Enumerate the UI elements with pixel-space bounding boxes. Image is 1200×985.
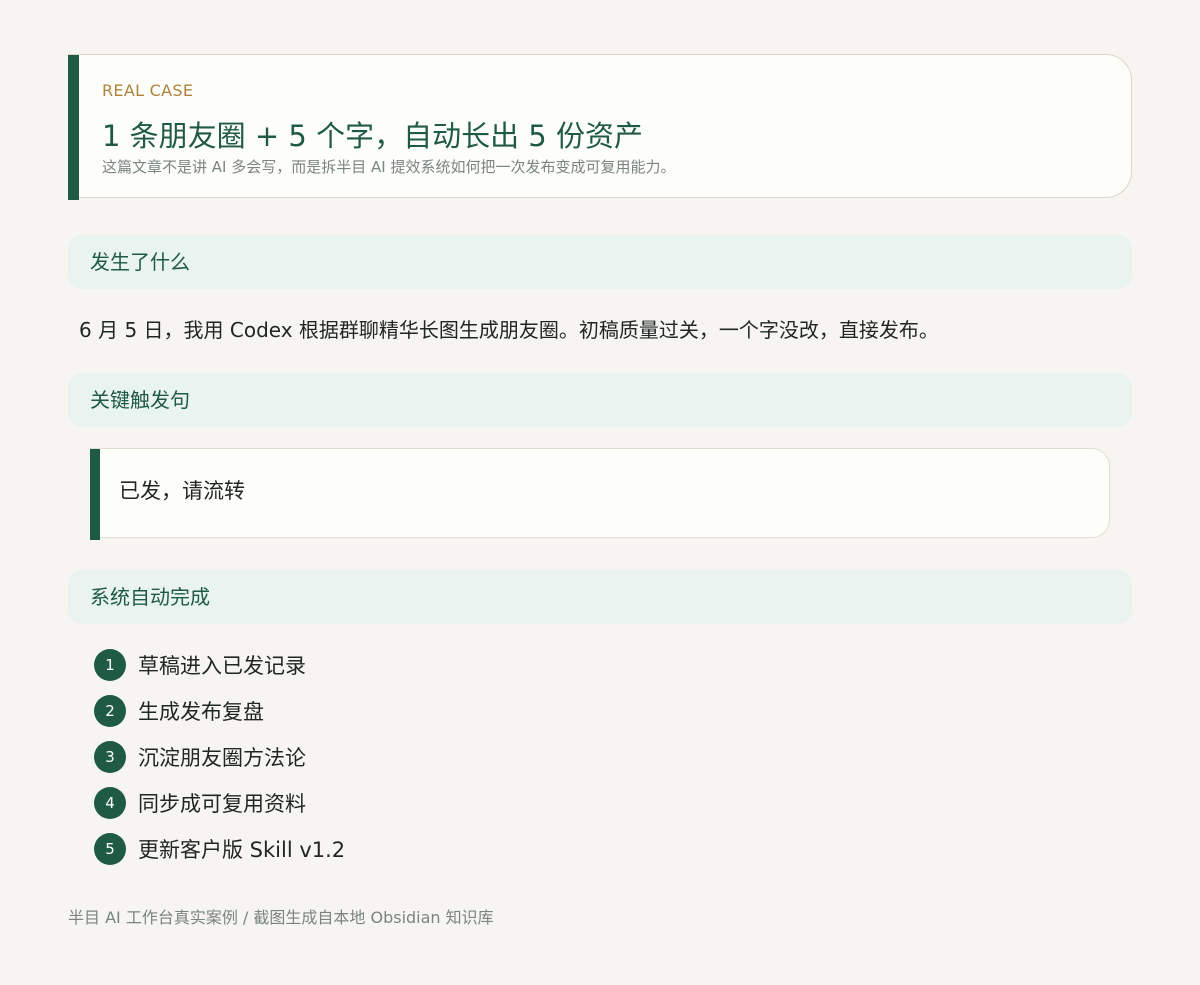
trigger-quote-card: 已发，请流转 (90, 448, 1110, 540)
step-number-badge: 5 (94, 833, 126, 865)
footer-caption: 半目 AI 工作台真实案例 / 截图生成自本地 Obsidian 知识库 (68, 908, 494, 927)
what-happened-text: 6 月 5 日，我用 Codex 根据群聊精华长图生成朋友圈。初稿质量过关，一个… (79, 318, 939, 342)
page-subtitle: 这篇文章不是讲 AI 多会写，而是拆半目 AI 提效系统如何把一次发布变成可复用… (102, 158, 676, 176)
step-number-badge: 2 (94, 695, 126, 727)
hero-accent-bar (68, 55, 79, 200)
step-number-badge: 3 (94, 741, 126, 773)
step-label: 生成发布复盘 (138, 700, 264, 724)
step-label: 草稿进入已发记录 (138, 654, 306, 678)
quote-accent-bar (90, 449, 100, 540)
step-label: 更新客户版 Skill v1.2 (138, 838, 346, 862)
page-title: 1 条朋友圈 + 5 个字，自动长出 5 份资产 (102, 119, 643, 153)
eyebrow-label: REAL CASE (102, 81, 194, 100)
step-label: 沉淀朋友圈方法论 (138, 746, 306, 770)
section-heading-trigger: 关键触发句 (68, 373, 1132, 427)
section-heading-auto-complete: 系统自动完成 (68, 570, 1132, 624)
step-number-badge: 4 (94, 787, 126, 819)
step-number-badge: 1 (94, 649, 126, 681)
section-heading-what-happened: 发生了什么 (68, 235, 1132, 289)
step-label: 同步成可复用资料 (138, 792, 306, 816)
article-card: REAL CASE 1 条朋友圈 + 5 个字，自动长出 5 份资产 这篇文章不… (68, 54, 1132, 927)
trigger-quote-text: 已发，请流转 (119, 479, 245, 503)
hero-card: REAL CASE 1 条朋友圈 + 5 个字，自动长出 5 份资产 这篇文章不… (68, 54, 1132, 200)
